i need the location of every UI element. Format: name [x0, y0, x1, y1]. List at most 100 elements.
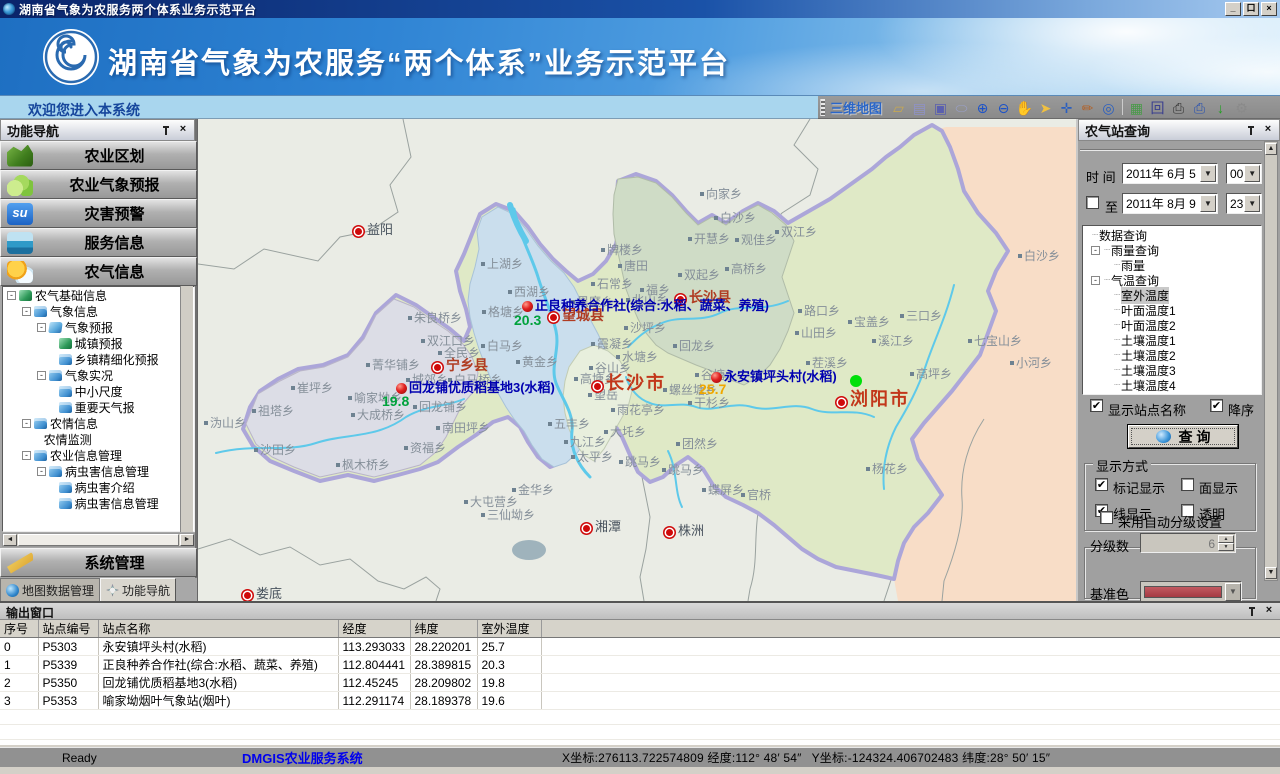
- tree-item[interactable]: -农业信息管理: [3, 447, 194, 463]
- identify-icon[interactable]: ◎: [1098, 98, 1119, 117]
- scroll-right-icon[interactable]: ►: [180, 534, 194, 546]
- tree-item[interactable]: 乡镇精细化预报: [3, 351, 194, 367]
- query-tree-item[interactable]: ┈土壤温度1: [1083, 333, 1261, 348]
- tree-item[interactable]: -气象信息: [3, 303, 194, 319]
- accordion-item-service-info[interactable]: 服务信息: [0, 228, 197, 257]
- column-header[interactable]: 序号: [0, 620, 38, 638]
- brush-icon[interactable]: ✏: [1077, 98, 1098, 117]
- ruler-icon[interactable]: ▱: [888, 98, 909, 117]
- pin-icon[interactable]: [158, 123, 172, 137]
- tree-item[interactable]: 病虫害介绍: [3, 479, 194, 495]
- close-panel-icon[interactable]: ×: [176, 123, 190, 137]
- pin-icon[interactable]: [1244, 604, 1258, 618]
- tree-item[interactable]: 农情监测: [3, 431, 194, 447]
- query-tree-item[interactable]: -┈雨量查询: [1083, 243, 1261, 258]
- map-canvas[interactable]: 西湖乡上湖乡牌楼乡唐田石常乡黑糜乡北山乡福乡沙坪乡霞凝乡回龙乡水塘乡谷山乡高塘乡…: [197, 119, 1076, 601]
- table-row[interactable]: 1P5339正良种养合作社(综合:水稻、蔬菜、养殖)112.80444128.3…: [0, 656, 1280, 674]
- scroll-left-icon[interactable]: ◄: [3, 534, 17, 546]
- hour-to-combobox[interactable]: 23▼: [1226, 193, 1262, 214]
- date-to-combobox[interactable]: 2011年 8月 9▼: [1122, 193, 1218, 214]
- zoom-out-icon[interactable]: ⊖: [993, 98, 1014, 117]
- column-header[interactable]: 室外温度: [477, 620, 541, 638]
- print-setup-icon[interactable]: ⎙: [1189, 98, 1210, 117]
- spinner-down-icon[interactable]: ▼: [1218, 543, 1234, 551]
- pan-icon[interactable]: ✋: [1014, 98, 1035, 117]
- face-display-checkbox[interactable]: [1181, 478, 1194, 491]
- tab-map-data-management[interactable]: 地图数据管理: [0, 578, 100, 601]
- tree-expander-icon[interactable]: -: [22, 451, 31, 460]
- tree-item[interactable]: -气象预报: [3, 319, 194, 335]
- tree-expander-icon[interactable]: -: [22, 419, 31, 428]
- panel-vertical-scrollbar[interactable]: ▲ ▼: [1264, 141, 1278, 581]
- accordion-item-agri-zoning[interactable]: 农业区划: [0, 141, 197, 170]
- station-marker[interactable]: 永安镇坪头村(水稻): [711, 366, 837, 385]
- level-count-spinner[interactable]: 6 ▲ ▼: [1140, 533, 1236, 553]
- tree-expander-icon[interactable]: -: [1091, 246, 1100, 255]
- query-tree-item[interactable]: ┈室外温度: [1083, 288, 1261, 303]
- tree-item[interactable]: -气象实况: [3, 367, 194, 383]
- column-header[interactable]: 纬度: [410, 620, 477, 638]
- image-export-icon[interactable]: ▦: [1126, 98, 1147, 117]
- pointer-icon[interactable]: ➤: [1035, 98, 1056, 117]
- restore-button[interactable]: 口: [1243, 2, 1259, 16]
- tree-horizontal-scrollbar[interactable]: ◄ ►: [2, 533, 195, 547]
- table-row[interactable]: 2P5350回龙铺优质稻基地3(水稻)112.4524528.20980219.…: [0, 674, 1280, 692]
- tree-item[interactable]: 中小尺度: [3, 383, 194, 399]
- column-header[interactable]: 站点编号: [38, 620, 98, 638]
- full-extent-icon[interactable]: 回: [1147, 98, 1168, 117]
- download-icon[interactable]: ↓: [1210, 98, 1231, 117]
- close-panel-icon[interactable]: ×: [1262, 604, 1276, 618]
- tree-item[interactable]: 重要天气报: [3, 399, 194, 415]
- tree-expander-icon[interactable]: -: [22, 307, 31, 316]
- tree-expander-icon[interactable]: -: [37, 323, 46, 332]
- select-ellipse-icon[interactable]: ⬭: [951, 98, 972, 117]
- tree-item[interactable]: 病虫害信息管理: [3, 495, 194, 511]
- table-row[interactable]: 3P5353喻家坳烟叶气象站(烟叶)112.29117428.18937819.…: [0, 692, 1280, 710]
- column-header[interactable]: 站点名称: [98, 620, 338, 638]
- spinner-up-icon[interactable]: ▲: [1218, 535, 1234, 543]
- query-tree-item[interactable]: ┈叶面温度2: [1083, 318, 1261, 333]
- to-checkbox[interactable]: [1086, 196, 1099, 209]
- select-rect-icon[interactable]: ▣: [930, 98, 951, 117]
- tab-function-navigation[interactable]: 功能导航: [100, 578, 176, 601]
- minimize-button[interactable]: _: [1225, 2, 1241, 16]
- tree-item[interactable]: -农气基础信息: [3, 287, 194, 303]
- close-button[interactable]: ×: [1261, 2, 1277, 16]
- hour-from-combobox[interactable]: 00▼: [1226, 163, 1262, 184]
- query-tree-item[interactable]: ┈土壤温度4: [1083, 378, 1261, 393]
- tree-expander-icon[interactable]: -: [7, 291, 16, 300]
- status-system-link[interactable]: DMGIS农业服务系统: [242, 748, 562, 767]
- marker-display-checkbox[interactable]: ✔: [1095, 478, 1108, 491]
- toolbar-grip[interactable]: [820, 99, 825, 116]
- tree-item[interactable]: -农情信息: [3, 415, 194, 431]
- auto-grading-checkbox[interactable]: [1100, 511, 1113, 524]
- query-tree-item[interactable]: ┈土壤温度2: [1083, 348, 1261, 363]
- show-station-names-checkbox[interactable]: ✔: [1090, 399, 1103, 412]
- pin-icon[interactable]: [1243, 123, 1257, 137]
- station-marker[interactable]: 正良种养合作社(综合:水稻、蔬菜、养殖): [522, 295, 769, 314]
- tree-item[interactable]: -病虫害信息管理: [3, 463, 194, 479]
- settings-icon[interactable]: ⚙: [1231, 98, 1252, 117]
- flip-page-icon[interactable]: ▤: [909, 98, 930, 117]
- accordion-item-agri-weather-forecast[interactable]: 农业气象预报: [0, 170, 197, 199]
- descending-checkbox[interactable]: ✔: [1210, 399, 1223, 412]
- accordion-item-system-management[interactable]: 系统管理: [0, 548, 197, 577]
- accordion-item-agro-weather-info[interactable]: 农气信息: [0, 257, 197, 286]
- print-icon[interactable]: ⎙: [1168, 98, 1189, 117]
- query-tree-item[interactable]: ┈数据查询: [1083, 228, 1261, 243]
- base-color-combobox[interactable]: ▼: [1140, 581, 1242, 603]
- date-from-combobox[interactable]: 2011年 6月 5▼: [1122, 163, 1218, 184]
- close-panel-icon[interactable]: ×: [1261, 123, 1275, 137]
- tree-expander-icon[interactable]: -: [37, 371, 46, 380]
- query-button[interactable]: 查 询: [1128, 425, 1238, 448]
- column-header[interactable]: 经度: [338, 620, 410, 638]
- tree-expander-icon[interactable]: -: [37, 467, 46, 476]
- zoom-in-icon[interactable]: ⊕: [972, 98, 993, 117]
- query-tree-item[interactable]: ┈叶面温度1: [1083, 303, 1261, 318]
- scroll-up-icon[interactable]: ▲: [1265, 143, 1277, 155]
- scroll-down-icon[interactable]: ▼: [1265, 567, 1277, 579]
- toolbar-3d-map-button[interactable]: 三维地图: [830, 98, 882, 117]
- table-row[interactable]: 0P5303永安镇坪头村(水稻)113.29303328.22020125.7: [0, 638, 1280, 656]
- tree-vertical-scrollbar[interactable]: [180, 286, 193, 532]
- query-tree-item[interactable]: ┈雨量: [1083, 258, 1261, 273]
